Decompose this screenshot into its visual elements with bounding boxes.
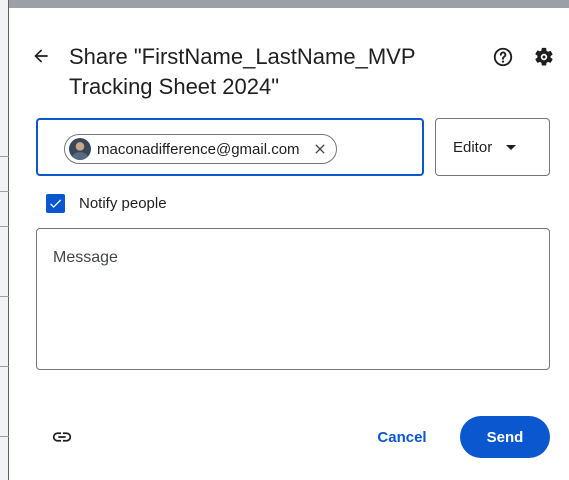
dialog-title-line-2: Tracking Sheet 2024" [69, 74, 280, 99]
copy-link-button[interactable] [48, 425, 76, 449]
notify-people-checkbox[interactable] [46, 193, 65, 213]
notify-people-label: Notify people [79, 194, 167, 212]
backdrop-gridline [0, 226, 9, 227]
arrow-back-icon [34, 49, 48, 63]
dialog-title-line-1: Share "FirstName_LastName_MVP [69, 44, 416, 69]
settings-button[interactable] [531, 44, 557, 70]
backdrop-top-edge [9, 0, 569, 8]
recipient-chip-email: maconadifference@gmail.com [97, 140, 300, 158]
send-button[interactable]: Send [460, 416, 550, 458]
backdrop-gridline [0, 296, 9, 297]
backdrop-gridline [0, 366, 9, 367]
dialog-title: Share "FirstName_LastName_MVP Tracking S… [69, 42, 469, 102]
backdrop-gridline [0, 191, 9, 192]
spreadsheet-backdrop-edge [0, 0, 9, 480]
checkmark-icon [50, 198, 62, 208]
recipient-chip[interactable]: maconadifference@gmail.com [64, 134, 337, 164]
message-textarea[interactable] [36, 228, 550, 370]
close-icon [314, 144, 325, 154]
gear-icon [535, 47, 553, 66]
link-icon [52, 432, 72, 442]
back-button[interactable] [27, 42, 55, 70]
avatar [69, 138, 91, 160]
role-dropdown-label: Editor [453, 138, 493, 156]
backdrop-gridline [0, 436, 9, 437]
notify-people-row: Notify people [46, 191, 167, 215]
role-dropdown[interactable]: Editor [435, 118, 550, 176]
remove-recipient-button[interactable] [312, 141, 328, 157]
cancel-button[interactable]: Cancel [362, 418, 442, 456]
help-circle-icon [493, 47, 513, 67]
recipients-input[interactable]: maconadifference@gmail.com [36, 118, 424, 176]
share-dialog: Share "FirstName_LastName_MVP Tracking S… [10, 8, 569, 480]
help-button[interactable] [490, 44, 516, 70]
caret-down-icon [506, 144, 517, 150]
backdrop-gridline [0, 156, 9, 157]
